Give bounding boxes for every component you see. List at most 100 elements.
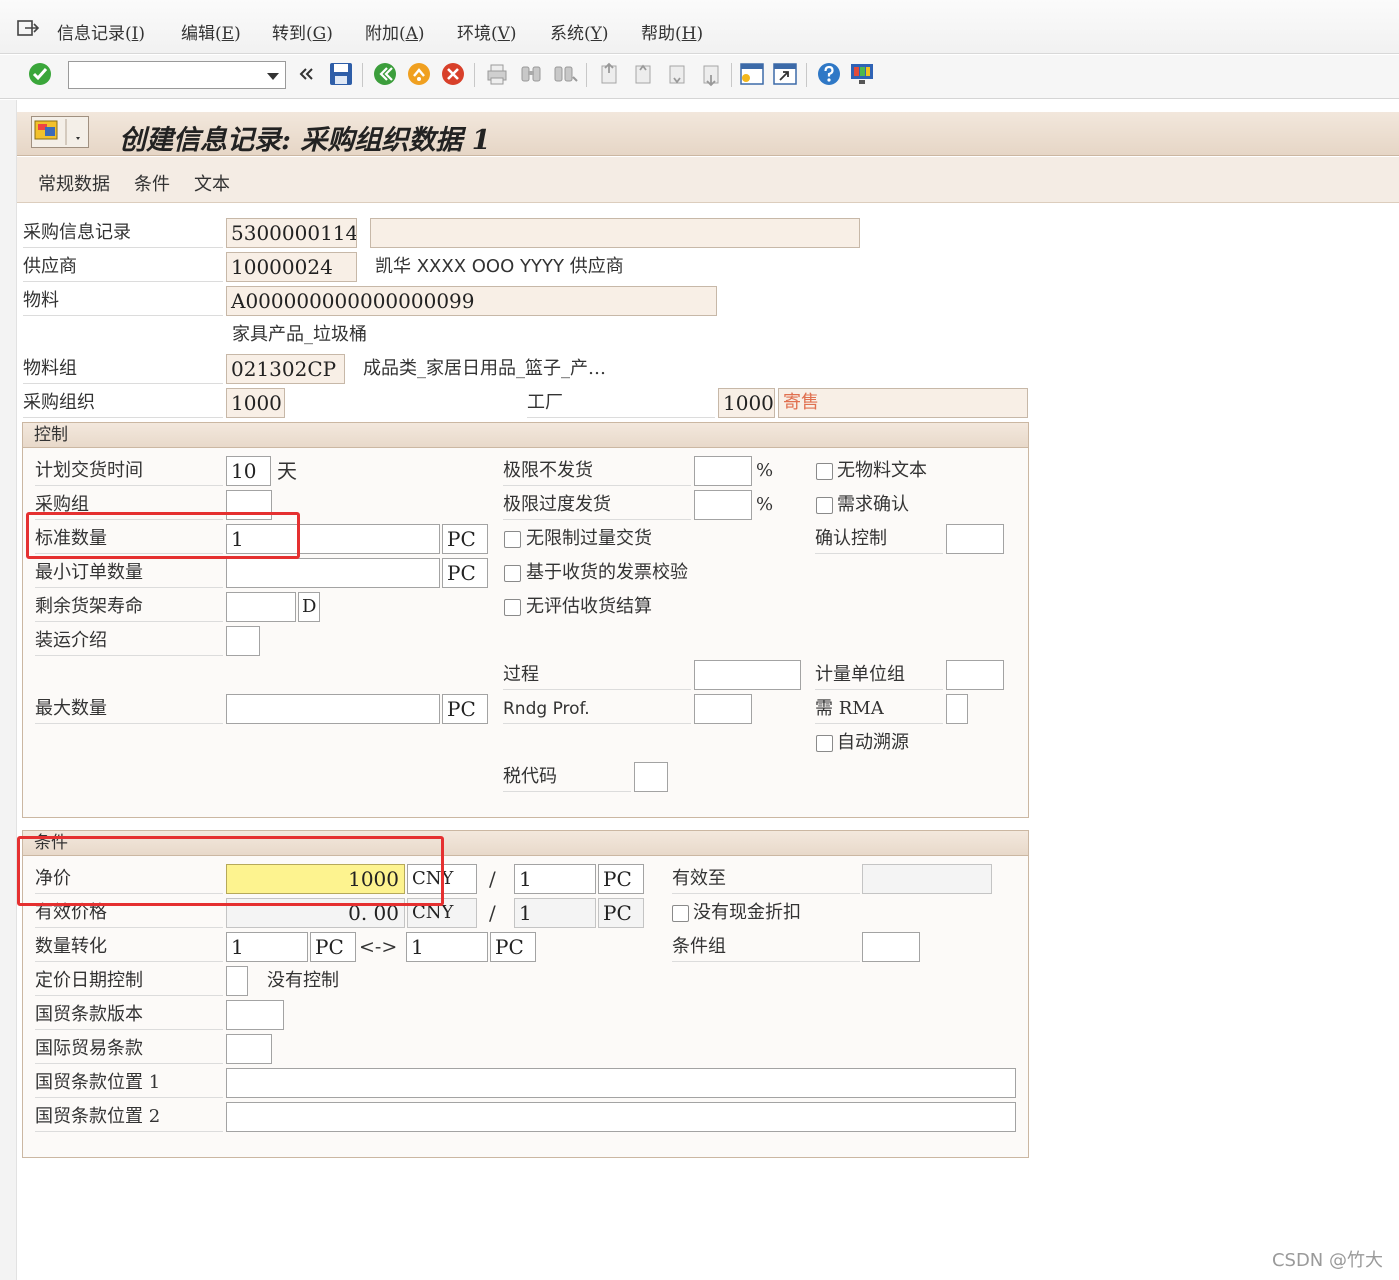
no-eval-gr-checkbox[interactable] [504, 599, 521, 616]
net-price-uom[interactable]: PC [598, 864, 644, 894]
no-material-text-label: 无物料文本 [837, 460, 927, 481]
material-field[interactable]: A000000000000000099 [226, 286, 717, 316]
overdelivery-percent: % [756, 494, 774, 515]
plant-field[interactable]: 1000 [718, 388, 775, 418]
page-title: 创建信息记录: 采购组织数据 1 [119, 125, 491, 156]
command-field[interactable] [68, 61, 286, 89]
purch-org-field[interactable]: 1000 [226, 388, 285, 418]
pricing-date-control-field[interactable] [226, 966, 248, 996]
menu-system[interactable]: 系统(Y) [550, 19, 609, 44]
gr-based-iv-label: 基于收货的发票校验 [526, 562, 688, 583]
qty-conversion-left-uom: PC [310, 932, 356, 962]
menu-help[interactable]: 帮助(H) [641, 19, 703, 44]
material-group-description: 成品类_家居日用品_篮子_产… [363, 358, 606, 379]
auto-sourcing-label: 自动溯源 [837, 732, 909, 753]
application-toolbar: 常规数据 条件 文本 [17, 157, 1399, 203]
qty-conversion-left-field[interactable]: 1 [226, 932, 308, 962]
info-record-label: 采购信息记录 [23, 218, 223, 248]
back-icon[interactable] [372, 61, 398, 87]
max-qty-field[interactable] [226, 694, 440, 724]
unlimited-overdelivery-label: 无限制过量交货 [526, 528, 652, 549]
shelf-life-field[interactable] [226, 592, 296, 622]
menu-icon[interactable] [16, 19, 40, 39]
vendor-name: 凯华 XXXX OOO YYYY 供应商 [375, 256, 624, 277]
valid-to-field [862, 864, 992, 894]
rounding-profile-label: Rndg Prof. [503, 694, 691, 724]
rounding-profile-field[interactable] [694, 694, 752, 724]
menu-bar: 信息记录(I) 编辑(E) 转到(G) 附加(A) 环境(V) 系统(Y) 帮助… [0, 0, 1399, 54]
effective-price-per-field: 1 [514, 898, 596, 928]
ack-required-label: 需求确认 [837, 494, 909, 515]
incoterms-location-2-field[interactable] [226, 1102, 1016, 1132]
toolbar-separator [362, 63, 363, 87]
no-material-text-checkbox[interactable] [816, 463, 833, 480]
help-icon[interactable] [816, 61, 842, 87]
texts-button[interactable]: 文本 [194, 170, 230, 196]
menu-extras[interactable]: 附加(A) [365, 19, 425, 44]
effective-price-uom: PC [598, 898, 644, 928]
no-cash-discount-label: 没有现金折扣 [693, 902, 801, 923]
tax-code-field[interactable] [634, 762, 668, 792]
net-price-per-field[interactable]: 1 [514, 864, 596, 894]
cancel-icon[interactable] [440, 61, 466, 87]
planned-delivery-label: 计划交货时间 [35, 456, 223, 486]
material-label: 物料 [23, 286, 223, 316]
rma-required-field[interactable] [946, 694, 968, 724]
menu-goto[interactable]: 转到(G) [272, 19, 333, 44]
menu-info-record[interactable]: 信息记录(I) [57, 19, 145, 44]
menu-edit[interactable]: 编辑(E) [181, 19, 241, 44]
overdelivery-tolerance-field[interactable] [694, 490, 752, 520]
conditions-button[interactable]: 条件 [134, 170, 170, 196]
no-cash-discount-checkbox[interactable] [672, 905, 689, 922]
unlimited-overdelivery-checkbox[interactable] [504, 531, 521, 548]
control-group-title: 控制 [23, 423, 1028, 448]
net-price-highlight [17, 836, 444, 906]
menu-button-icon[interactable] [31, 116, 89, 148]
next-page-icon [669, 65, 685, 84]
exit-icon[interactable] [406, 61, 432, 87]
min-order-qty-field[interactable] [226, 558, 440, 588]
overdelivery-tolerance-label: 极限过度发货 [503, 490, 691, 520]
incoterms-location-1-label: 国贸条款位置 1 [35, 1068, 223, 1098]
material-group-field[interactable]: 021302CP [226, 354, 345, 384]
no-eval-gr-label: 无评估收货结算 [526, 596, 652, 617]
new-session-icon[interactable] [739, 61, 765, 87]
incoterms-location-2-label: 国贸条款位置 2 [35, 1102, 223, 1132]
shortcut-icon[interactable] [772, 61, 798, 87]
save-icon[interactable] [328, 61, 354, 87]
shipping-instructions-field[interactable] [226, 626, 260, 656]
procedure-label: 过程 [503, 660, 691, 690]
incoterms-field[interactable] [226, 1034, 272, 1064]
confirmation-control-label: 确认控制 [815, 524, 943, 554]
customize-layout-icon[interactable] [849, 61, 875, 87]
info-record-field[interactable]: 5300000114 [226, 218, 357, 248]
underdelivery-tolerance-label: 极限不发货 [503, 456, 691, 486]
menu-environment[interactable]: 环境(V) [457, 19, 517, 44]
incoterms-location-1-field[interactable] [226, 1068, 1016, 1098]
watermark: CSDN @竹大 [1271, 1250, 1383, 1271]
qty-conversion-right-field[interactable]: 1 [406, 932, 488, 962]
underdelivery-percent: % [756, 460, 774, 481]
vendor-field[interactable]: 10000024 [226, 252, 357, 282]
left-border [0, 100, 17, 1280]
uom-group-label: 计量单位组 [815, 660, 943, 690]
uom-group-field[interactable] [946, 660, 1004, 690]
incoterms-version-field[interactable] [226, 1000, 284, 1030]
info-record-extra-field[interactable] [370, 218, 860, 248]
underdelivery-tolerance-field[interactable] [694, 456, 752, 486]
condition-group-field[interactable] [862, 932, 920, 962]
chevron-down-icon[interactable] [267, 73, 279, 80]
plant-label: 工厂 [527, 388, 715, 418]
vendor-label: 供应商 [23, 252, 223, 282]
procedure-field[interactable] [694, 660, 801, 690]
pricing-date-control-description: 没有控制 [267, 970, 339, 991]
auto-sourcing-checkbox[interactable] [816, 735, 833, 752]
gr-based-iv-checkbox[interactable] [504, 565, 521, 582]
enter-icon[interactable] [27, 61, 53, 87]
double-chevron-left-icon[interactable] [296, 61, 316, 87]
ack-required-checkbox[interactable] [816, 497, 833, 514]
confirmation-control-field[interactable] [946, 524, 1004, 554]
material-description: 家具产品_垃圾桶 [232, 324, 367, 345]
planned-delivery-field[interactable]: 10 [226, 456, 271, 486]
general-data-button[interactable]: 常规数据 [38, 170, 110, 196]
